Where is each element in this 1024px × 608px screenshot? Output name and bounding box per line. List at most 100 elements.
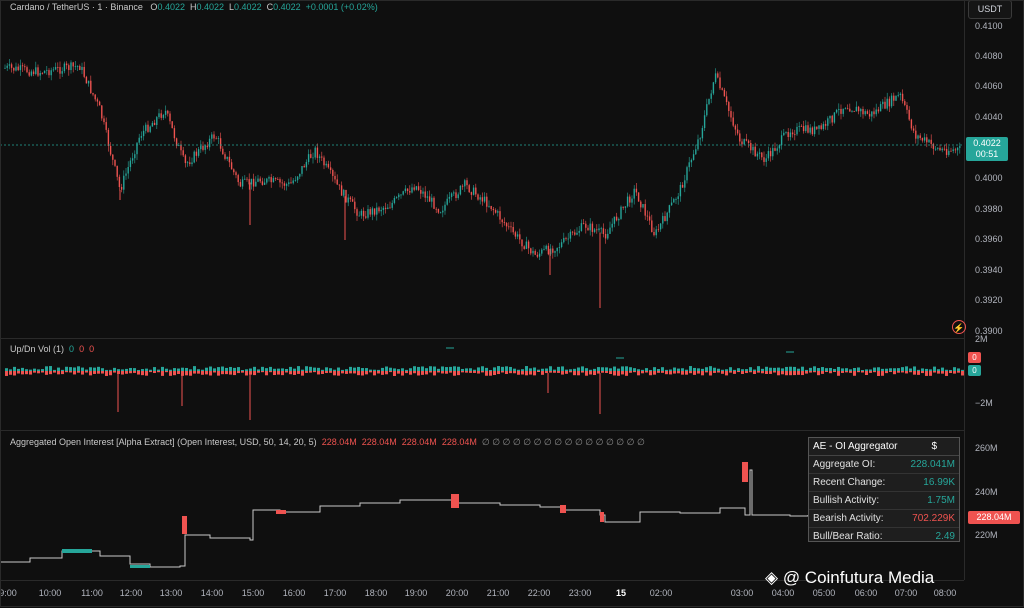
oi-aggregator-table: AE - OI Aggregator $ Aggregate OI: 228.04… (808, 437, 960, 542)
candle-body (624, 206, 627, 208)
pane-divider[interactable] (0, 338, 964, 339)
volume-bar (205, 371, 208, 375)
candle-body (340, 185, 343, 196)
candle-body (4, 67, 6, 69)
volume-bar (657, 369, 660, 371)
volume-bar (73, 367, 76, 371)
volume-bar (473, 369, 476, 371)
volume-bar (613, 371, 616, 376)
candle-body (763, 157, 765, 162)
volume-bar (929, 369, 932, 371)
volume-bar (173, 368, 176, 371)
candle-body (68, 65, 70, 71)
candle-body (241, 179, 244, 187)
candle-body (409, 191, 411, 193)
bar-countdown: 00:51 (975, 149, 999, 159)
volume-bar (849, 371, 852, 373)
currency-selector[interactable]: USDT (968, 0, 1012, 19)
candle-body (919, 135, 921, 139)
volume-bar (157, 369, 160, 371)
candle-body (895, 95, 897, 101)
candle-body (499, 211, 501, 220)
candle-body (345, 189, 347, 203)
volume-bar (161, 371, 164, 376)
candle-body (193, 151, 195, 163)
candle-body (270, 177, 272, 183)
volume-bar (773, 367, 776, 371)
volume-bar (529, 371, 532, 375)
volume-bar (157, 371, 160, 373)
volume-bar (273, 371, 276, 376)
volume-bar (137, 369, 140, 371)
candle-body (162, 114, 165, 118)
candle-body (816, 126, 818, 129)
candle-body (888, 98, 891, 107)
candle-body (838, 108, 840, 110)
volume-bar (713, 371, 716, 373)
candle-body (743, 139, 745, 145)
candle-body (490, 205, 492, 210)
candle-body (576, 232, 578, 235)
candle-body (367, 209, 369, 218)
candle-body (140, 136, 143, 138)
volume-bar (557, 371, 560, 373)
candle-body (98, 101, 101, 106)
volume-bar (85, 369, 88, 371)
volume-bar (641, 369, 644, 371)
volume-bar (709, 366, 712, 371)
volume-bar (865, 369, 868, 371)
volume-bar (361, 371, 364, 376)
volume-bar (313, 367, 316, 371)
candle-body (178, 145, 180, 146)
volume-bar (505, 366, 508, 371)
candle-body (928, 139, 930, 143)
oi-tick: 260M (975, 443, 998, 453)
volume-bar (937, 371, 940, 374)
volume-bar (581, 371, 584, 373)
candle-body (351, 199, 354, 202)
volume-bar (53, 371, 56, 373)
candle-body (534, 250, 536, 255)
candle-body (877, 109, 880, 112)
candle-body (690, 159, 693, 163)
candle-body (424, 191, 426, 198)
candle-body (354, 201, 356, 210)
volume-bar (445, 371, 448, 374)
oi-value-2: 228.04M (361, 437, 397, 447)
volume-bar (729, 367, 732, 371)
candle-body (692, 154, 695, 160)
volume-legend[interactable]: Up/Dn Vol (1) 0 0 0 (10, 344, 94, 354)
volume-bar (921, 371, 924, 374)
volume-bar (605, 371, 608, 373)
volume-bar (17, 371, 20, 374)
volume-bar (769, 371, 772, 374)
candle-body (908, 109, 910, 120)
volume-bar (833, 371, 836, 373)
volume-bar (105, 369, 108, 371)
row-label: Aggregate OI: (813, 459, 876, 470)
volume-bar (321, 371, 324, 374)
row-value: 228.041M (910, 459, 955, 470)
volume-bar (505, 371, 508, 375)
volume-bar (693, 367, 696, 371)
volume-bar (113, 367, 116, 371)
candle-body (668, 205, 671, 213)
volume-bar (193, 371, 196, 374)
volume-bar (33, 368, 36, 371)
volume-bar (757, 366, 760, 371)
volume-bar (881, 371, 884, 376)
candle-body (846, 108, 849, 110)
candle-body (580, 223, 583, 231)
candle-body (164, 110, 167, 115)
volume-bar (889, 371, 892, 373)
candle-body (43, 70, 46, 74)
oi-legend[interactable]: Aggregated Open Interest [Alpha Extract]… (10, 437, 645, 448)
flash-icon[interactable]: ⚡ (952, 320, 966, 334)
volume-bar (397, 369, 400, 371)
volume-bar (165, 368, 168, 371)
volume-bar (665, 369, 668, 371)
volume-bar (865, 371, 868, 376)
volume-bar (185, 367, 188, 371)
candle-body (798, 126, 800, 127)
pane-divider[interactable] (0, 430, 964, 431)
